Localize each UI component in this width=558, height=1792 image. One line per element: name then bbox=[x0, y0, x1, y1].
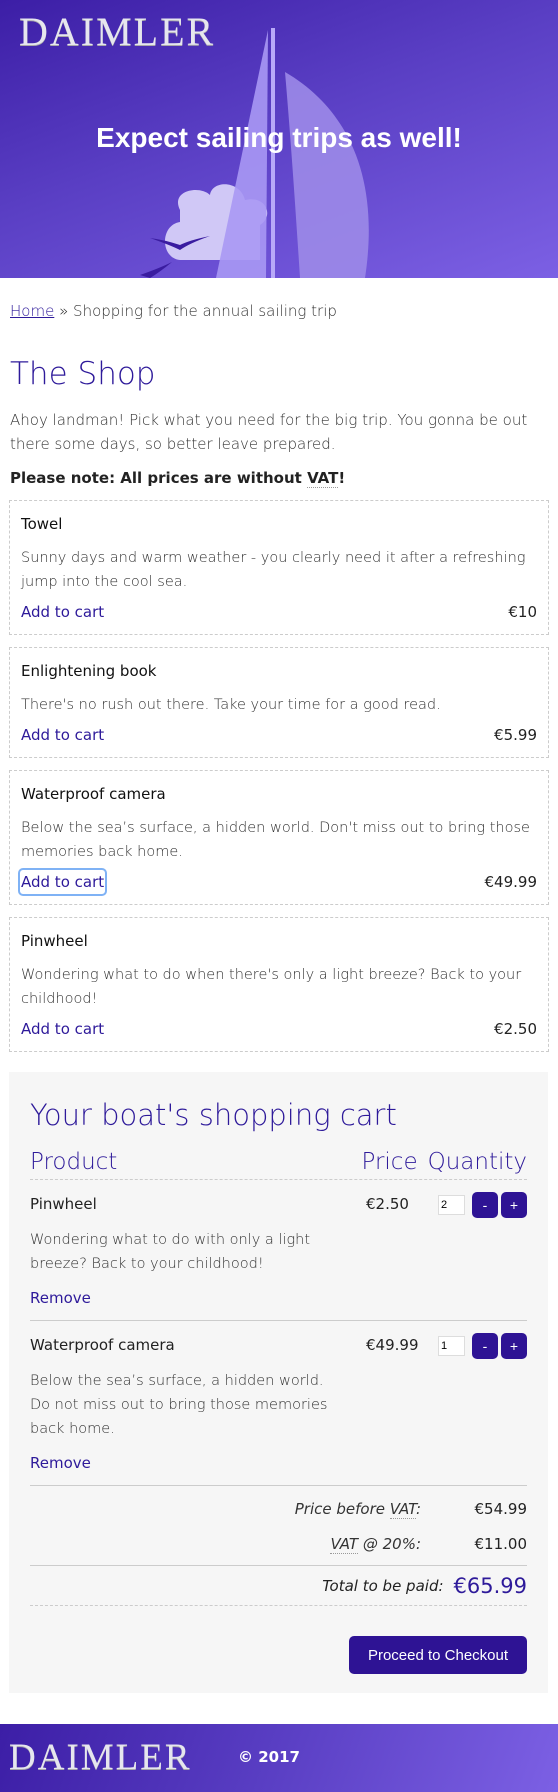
product-card-book: Enlightening book There's no rush out th… bbox=[9, 647, 549, 758]
product-name: Pinwheel bbox=[21, 932, 88, 950]
vat-at: @ bbox=[358, 1535, 383, 1553]
vat-note: Please note: All prices are without VAT! bbox=[10, 466, 345, 490]
daimler-logo[interactable]: DAIMLER bbox=[9, 1736, 192, 1779]
vat-row: VAT @ 20%: €11.00 bbox=[30, 1532, 527, 1566]
remove-button[interactable]: Remove bbox=[30, 1286, 527, 1310]
remove-button[interactable]: Remove bbox=[30, 1451, 527, 1475]
cart-item-name: Waterproof camera bbox=[30, 1336, 175, 1354]
cart-header-row: Product Price Quantity bbox=[30, 1147, 527, 1180]
vat-note-prefix: Please note: All prices are without bbox=[10, 469, 308, 487]
column-quantity: Quantity bbox=[427, 1149, 527, 1175]
decrease-quantity-button[interactable]: - bbox=[472, 1192, 498, 1218]
total-label: Total to be paid: bbox=[322, 1577, 444, 1595]
cart-item-price: €2.50 bbox=[366, 1195, 409, 1213]
total-amount: €65.99 bbox=[453, 1574, 527, 1598]
vat-abbr: VAT bbox=[330, 1535, 359, 1554]
page-title: The Shop bbox=[10, 356, 156, 392]
hero-header: DAIMLER Expect sailing trips as well! bbox=[0, 0, 558, 278]
product-price: €5.99 bbox=[494, 726, 537, 744]
product-card-pinwheel: Pinwheel Wondering what to do when there… bbox=[9, 917, 549, 1052]
price-before-vat: €54.99 bbox=[474, 1500, 528, 1518]
quantity-input[interactable] bbox=[438, 1195, 465, 1215]
add-to-cart-button[interactable]: Add to cart bbox=[20, 1017, 105, 1041]
product-card-camera: Waterproof camera Below the sea’s surfac… bbox=[9, 770, 549, 905]
cart-item-price: €49.99 bbox=[366, 1336, 419, 1354]
increase-quantity-button[interactable]: + bbox=[501, 1333, 527, 1359]
column-price: Price bbox=[361, 1149, 418, 1175]
cart-item-description: Wondering what to do with only a light b… bbox=[30, 1232, 311, 1272]
vat-abbr: VAT bbox=[307, 469, 339, 488]
product-card-towel: Towel Sunny days and warm weather - you … bbox=[9, 500, 549, 635]
percent: %: bbox=[401, 1535, 421, 1553]
vat-note-suffix: ! bbox=[338, 469, 346, 487]
cart-item-name: Pinwheel bbox=[30, 1195, 97, 1213]
product-description: Sunny days and warm weather - you clearl… bbox=[21, 550, 526, 590]
product-price: €49.99 bbox=[484, 873, 538, 891]
cart-item: Pinwheel €2.50 -+ Wondering what to do w… bbox=[30, 1180, 527, 1321]
vat-rate: 20 bbox=[382, 1535, 402, 1553]
breadcrumb-separator: » bbox=[59, 302, 69, 320]
product-price: €10 bbox=[508, 603, 537, 621]
footer: DAIMLER © 2017 bbox=[0, 1724, 558, 1792]
vat-amount: €11.00 bbox=[474, 1535, 528, 1553]
total-row: Total to be paid: €65.99 bbox=[30, 1566, 527, 1606]
breadcrumb: Home » Shopping for the annual sailing t… bbox=[10, 300, 337, 322]
copyright: © 2017 bbox=[238, 1748, 300, 1766]
product-description: There's no rush out there. Take your tim… bbox=[21, 697, 441, 713]
daimler-logo[interactable]: DAIMLER bbox=[19, 8, 215, 55]
column-product: Product bbox=[30, 1149, 118, 1175]
cart-title: Your boat's shopping cart bbox=[30, 1098, 397, 1132]
product-description: Below the sea’s surface, a hidden world.… bbox=[21, 820, 530, 860]
add-to-cart-button[interactable]: Add to cart bbox=[17, 868, 108, 896]
product-name: Waterproof camera bbox=[21, 785, 166, 803]
product-name: Enlightening book bbox=[21, 662, 157, 680]
quantity-input[interactable] bbox=[438, 1336, 465, 1356]
cart-item-description: Below the sea’s surface, a hidden world.… bbox=[30, 1373, 328, 1437]
cart-item: Waterproof camera €49.99 -+ Below the se… bbox=[30, 1321, 527, 1486]
vat-abbr: VAT bbox=[389, 1500, 416, 1519]
product-price: €2.50 bbox=[494, 1020, 537, 1038]
product-description: Wondering what to do when there's only a… bbox=[21, 967, 522, 1007]
add-to-cart-button[interactable]: Add to cart bbox=[20, 600, 105, 624]
product-list: Towel Sunny days and warm weather - you … bbox=[9, 500, 549, 1064]
colon: : bbox=[415, 1500, 421, 1518]
breadcrumb-home-link[interactable]: Home bbox=[10, 302, 54, 320]
breadcrumb-current: Shopping for the annual sailing trip bbox=[73, 302, 337, 320]
product-name: Towel bbox=[21, 515, 63, 533]
hero-title: Expect sailing trips as well! bbox=[96, 122, 462, 153]
add-to-cart-button[interactable]: Add to cart bbox=[20, 723, 105, 747]
proceed-to-checkout-button[interactable]: Proceed to Checkout bbox=[349, 1636, 527, 1674]
shop-intro: Ahoy landman! Pick what you need for the… bbox=[10, 411, 528, 453]
decrease-quantity-button[interactable]: - bbox=[472, 1333, 498, 1359]
price-before-vat-row: Price before VAT: €54.99 bbox=[30, 1497, 527, 1521]
price-before-label: Price before bbox=[294, 1500, 390, 1518]
increase-quantity-button[interactable]: + bbox=[501, 1192, 527, 1218]
shopping-cart: Your boat's shopping cart Product Price … bbox=[9, 1072, 548, 1693]
